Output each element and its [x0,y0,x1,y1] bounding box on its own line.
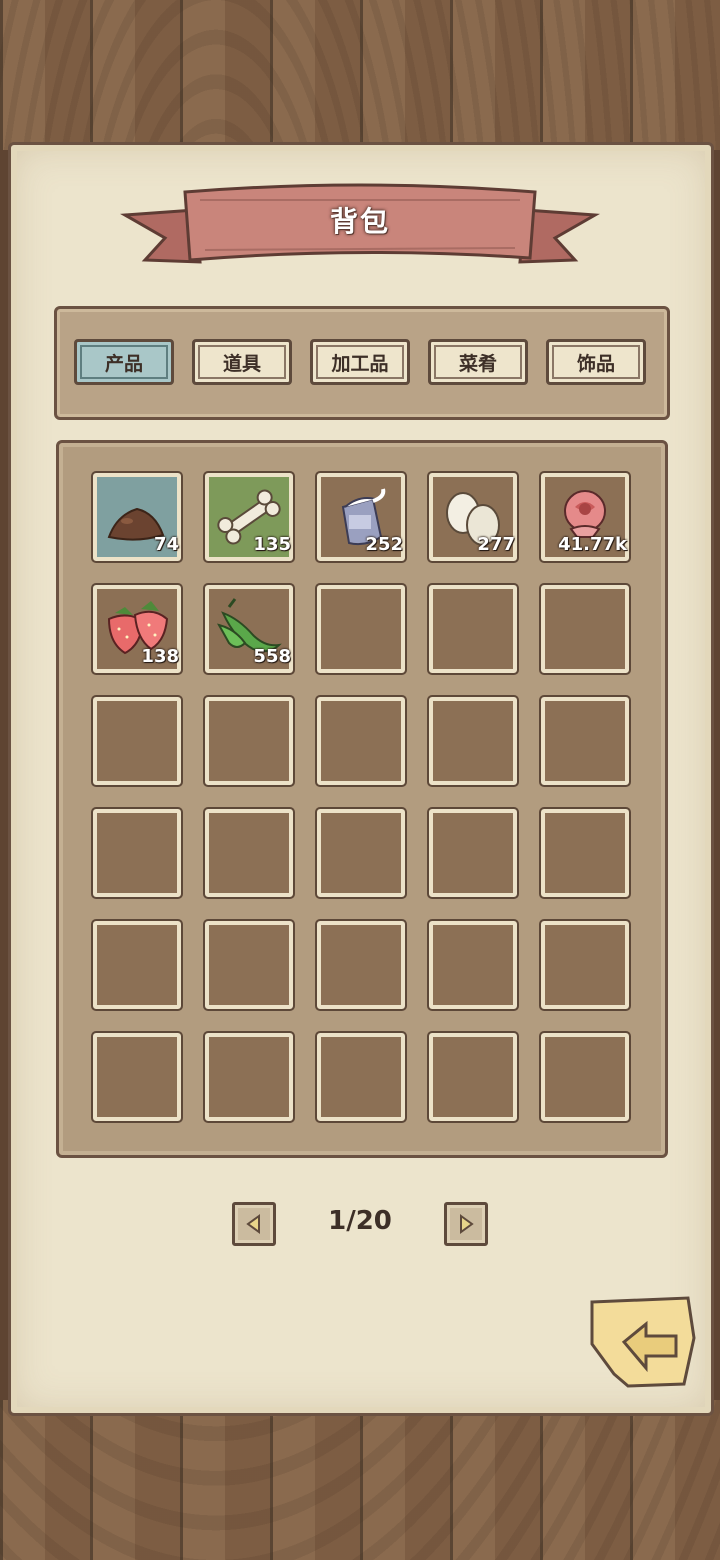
inventory-slot-empty[interactable] [315,583,407,675]
inventory-slot[interactable]: 558 [203,583,295,675]
item-count: 41.77k [558,534,627,555]
item-count: 252 [365,534,403,555]
inventory-slot-empty[interactable] [91,1031,183,1123]
inventory-slot-empty[interactable] [315,695,407,787]
inventory-slot[interactable]: 252 [315,471,407,563]
inventory-slot-empty[interactable] [203,807,295,899]
inventory-slot-empty[interactable] [539,919,631,1011]
inventory-slot-empty[interactable] [427,807,519,899]
inventory-slot-empty[interactable] [315,1031,407,1123]
item-count: 277 [477,534,515,555]
inventory-slot-empty[interactable] [539,583,631,675]
back-arrow-icon [590,1296,696,1388]
inventory-slot-empty[interactable] [203,695,295,787]
tab-dishes[interactable]: 菜肴 [428,339,528,385]
inventory-slot-empty[interactable] [427,583,519,675]
inventory-slot-empty[interactable] [91,807,183,899]
item-count: 558 [253,646,291,667]
item-count: 74 [153,534,179,555]
triangle-right-icon [460,1214,474,1234]
item-count: 138 [141,646,179,667]
inventory-slot-empty[interactable] [539,807,631,899]
inventory-slot-empty[interactable] [427,919,519,1011]
tab-tools[interactable]: 道具 [192,339,292,385]
next-page-button[interactable] [444,1202,488,1246]
inventory-slot-empty[interactable] [539,1031,631,1123]
item-count: 135 [253,534,291,555]
inventory-slot[interactable]: 41.77k [539,471,631,563]
page-title: 背包 [329,205,390,238]
tab-accessories[interactable]: 饰品 [546,339,646,385]
inventory-slot[interactable]: 74 [91,471,183,563]
tab-products[interactable]: 产品 [74,339,174,385]
inventory-slot[interactable]: 138 [91,583,183,675]
inventory-slot-empty[interactable] [91,695,183,787]
prev-page-button[interactable] [232,1202,276,1246]
inventory-slot-empty[interactable] [203,1031,295,1123]
inventory-slot[interactable]: 277 [427,471,519,563]
inventory-slot-empty[interactable] [203,919,295,1011]
back-button[interactable] [584,1294,700,1398]
triangle-left-icon [246,1214,260,1234]
tab-processed[interactable]: 加工品 [310,339,410,385]
inventory-slot-empty[interactable] [539,695,631,787]
inventory-slot-empty[interactable] [315,919,407,1011]
category-tabs: 产品 道具 加工品 菜肴 饰品 [54,306,670,420]
title-banner: 背包 [120,180,600,280]
inventory-slot-empty[interactable] [91,919,183,1011]
inventory-slot-empty[interactable] [427,1031,519,1123]
inventory-grid: 74 135 252 277 41.77k 138 558 [56,440,668,1158]
inventory-slot[interactable]: 135 [203,471,295,563]
inventory-slot-empty[interactable] [427,695,519,787]
page-indicator: 1/20 [328,1206,392,1236]
inventory-slot-empty[interactable] [315,807,407,899]
